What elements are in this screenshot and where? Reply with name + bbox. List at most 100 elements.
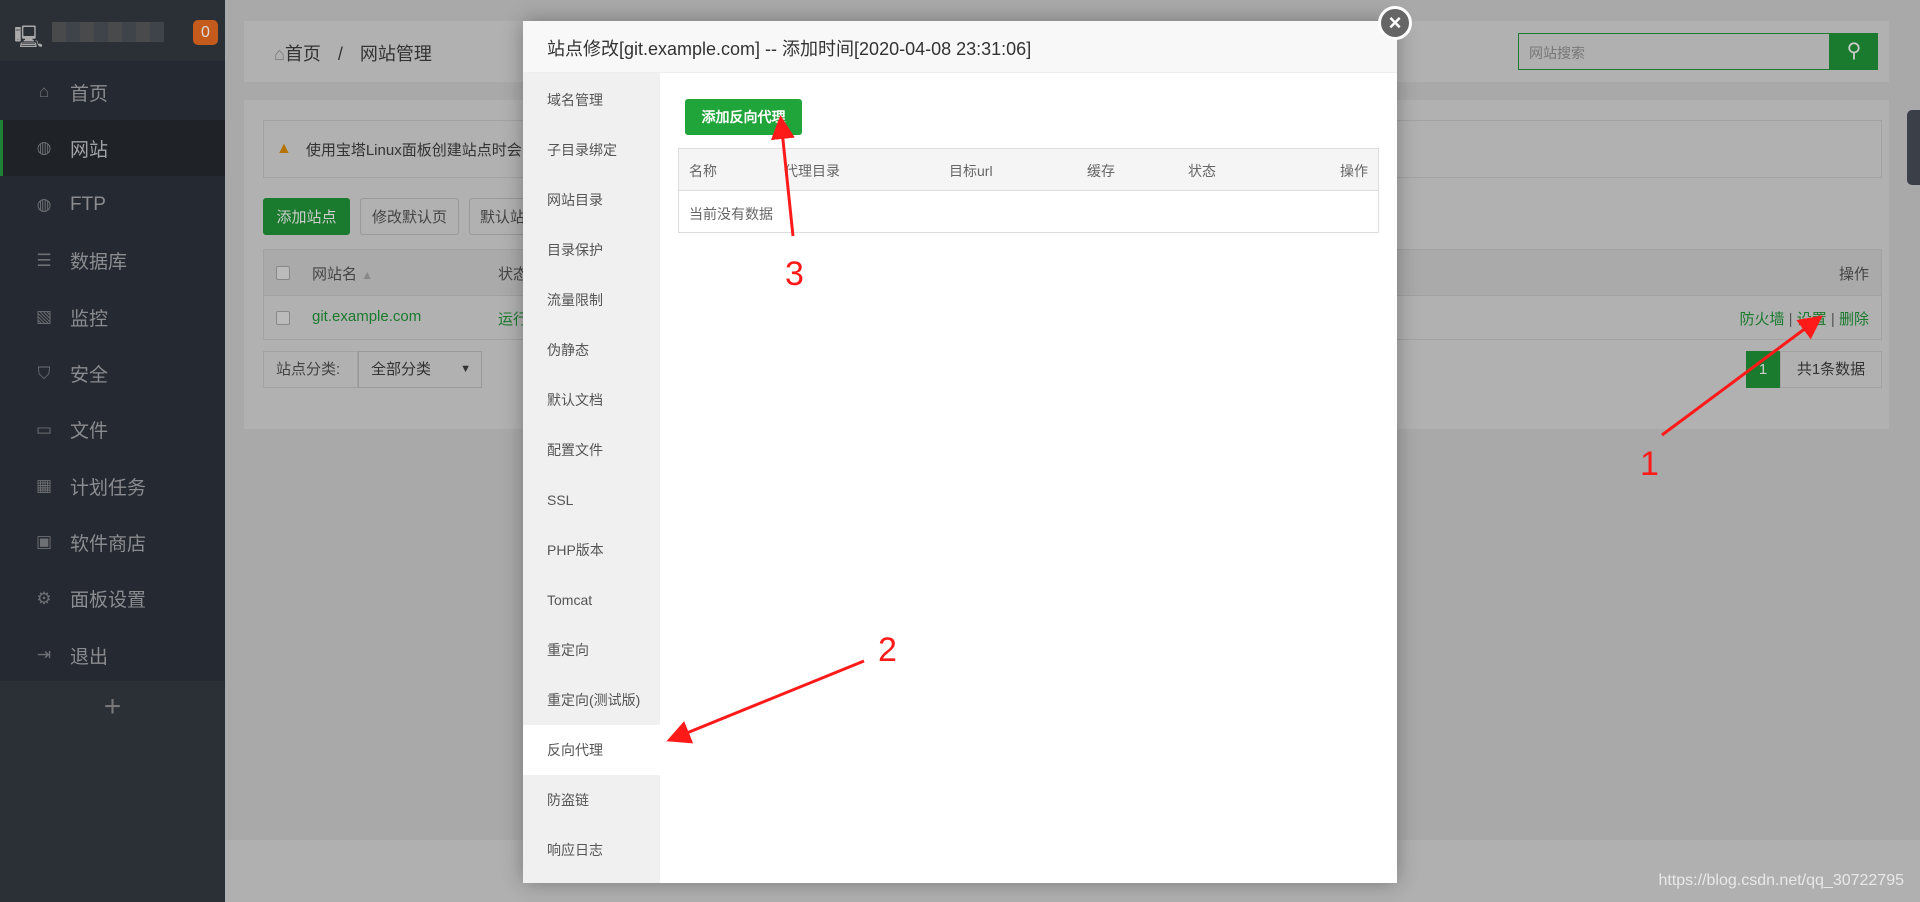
modal-menu-item[interactable]: 子目录绑定 <box>523 125 660 175</box>
sidebar-item-label: FTP <box>70 193 106 215</box>
sidebar-item-8[interactable]: ▣ 软件商店 <box>0 514 225 570</box>
proxy-table: 名称 代理目录 目标url 缓存 状态 操作 当前没有数据 <box>678 148 1379 233</box>
warning-icon: ▲ <box>276 140 292 157</box>
scroll-widget[interactable] <box>1907 110 1920 185</box>
dropdown-arrow-icon: ▼ <box>460 363 471 375</box>
database-icon: ☰ <box>36 250 52 270</box>
settings-link[interactable]: 设置 <box>1797 311 1827 328</box>
calendar-icon: ▦ <box>35 476 53 496</box>
sidebar-item-label: 监控 <box>70 308 109 330</box>
sidebar-item-3[interactable]: ☰ 数据库 <box>0 233 225 289</box>
header-status: 状态 <box>1188 163 1216 179</box>
add-reverse-proxy-button[interactable]: 添加反向代理 <box>685 99 802 135</box>
sidebar: 🖳 0 ⌂ 首页 ◍ 网站 ◍ FTP ☰ 数据库 ▧ 监控 ⛉ 安全 ▭ 文件 ▦ 计划任务 ▣ 软件商店 ⚙ 面板… <box>0 0 225 902</box>
breadcrumb-home[interactable]: 首页 <box>285 44 321 64</box>
modal-menu-item[interactable]: 伪静态 <box>523 325 660 375</box>
modal-menu-item[interactable]: 重定向 <box>523 625 660 675</box>
modal-menu-item[interactable]: SSL <box>523 475 660 525</box>
sidebar-header: 🖳 0 <box>0 0 225 61</box>
breadcrumb-separator: / <box>337 44 343 64</box>
modal-menu: 域名管理 子目录绑定 网站目录 目录保护 流量限制 伪静态 默认文档 配置文件 SSL PHP版本… <box>523 73 660 883</box>
total-count: 共1条数据 <box>1780 351 1882 388</box>
modal-title: 站点修改[git.example.com] -- 添加时间[2020-04-08… <box>523 21 1397 73</box>
add-site-button[interactable]: 添加站点 <box>263 198 350 235</box>
header-actions: 操作 <box>1340 163 1368 179</box>
page-1-button[interactable]: 1 <box>1746 351 1780 388</box>
ftp-icon: ◍ <box>36 194 52 214</box>
modal-menu-item[interactable]: 流量限制 <box>523 275 660 325</box>
modal-menu-item[interactable]: 响应日志 <box>523 825 660 875</box>
close-icon: × <box>1388 10 1402 35</box>
modal-menu-item[interactable]: 重定向(测试版) <box>523 675 660 725</box>
sidebar-item-label: 面板设置 <box>70 590 147 612</box>
header-name: 名称 <box>689 163 717 179</box>
sidebar-item-2[interactable]: ◍ FTP <box>0 177 225 233</box>
sidebar-item-9[interactable]: ⚙ 面板设置 <box>0 571 225 627</box>
notification-badge[interactable]: 0 <box>193 20 218 45</box>
modal-menu-item[interactable]: 域名管理 <box>523 75 660 125</box>
monitor-logo-icon: 🖳 <box>14 24 44 49</box>
close-modal-button[interactable]: × <box>1378 6 1412 40</box>
add-menu-button[interactable]: + <box>0 690 225 724</box>
firewall-link[interactable]: 防火墙 <box>1739 311 1784 328</box>
empty-message: 当前没有数据 <box>689 206 773 222</box>
proxy-table-header: 名称 代理目录 目标url 缓存 状态 操作 <box>679 149 1378 191</box>
sidebar-item-label: 文件 <box>70 421 109 443</box>
breadcrumb: ⌂首页 / 网站管理 <box>274 40 432 66</box>
globe-icon: ◍ <box>36 138 52 158</box>
alert-text: 使用宝塔Linux面板创建站点时会 <box>305 141 522 159</box>
sidebar-item-label: 数据库 <box>70 252 128 274</box>
row-actions: 防火墙 | 设置 | 删除 <box>1739 311 1869 328</box>
monitor-icon: ▧ <box>35 307 53 327</box>
header-proxy-dir: 代理目录 <box>784 163 840 179</box>
sidebar-item-7[interactable]: ▦ 计划任务 <box>0 458 225 514</box>
delete-link[interactable]: 删除 <box>1839 311 1869 328</box>
apps-icon: ▣ <box>35 532 53 552</box>
modal-menu-item[interactable]: Tomcat <box>523 575 660 625</box>
sidebar-item-label: 首页 <box>70 83 109 105</box>
modal-menu-item[interactable]: 网站目录 <box>523 175 660 225</box>
sidebar-item-label: 计划任务 <box>70 477 147 499</box>
sidebar-item-label: 软件商店 <box>70 533 147 555</box>
watermark: https://blog.csdn.net/qq_30722795 <box>1658 872 1904 889</box>
sidebar-item-10[interactable]: ⇥ 退出 <box>0 627 225 683</box>
header-actions: 操作 <box>1838 266 1869 283</box>
sidebar-item-label: 网站 <box>70 139 109 161</box>
sidebar-item-5[interactable]: ⛉ 安全 <box>0 346 225 402</box>
modal-menu-item[interactable]: 配置文件 <box>523 425 660 475</box>
site-search-input[interactable]: 网站搜索 <box>1518 33 1830 70</box>
site-settings-modal: 站点修改[git.example.com] -- 添加时间[2020-04-08… <box>523 21 1397 883</box>
header-cache: 缓存 <box>1087 163 1115 179</box>
search-button[interactable]: ⚲ <box>1830 33 1878 70</box>
modal-menu-item[interactable]: 反向代理 <box>523 725 660 775</box>
annotation-label-1: 1 <box>1640 445 1659 483</box>
site-name-link[interactable]: git.example.com <box>312 308 421 325</box>
select-all-checkbox[interactable] <box>276 266 290 280</box>
sidebar-item-1[interactable]: ◍ 网站 <box>0 120 225 177</box>
sidebar-item-label: 安全 <box>70 365 109 386</box>
sidebar-item-6[interactable]: ▭ 文件 <box>0 402 225 458</box>
shield-icon: ⛉ <box>37 363 51 383</box>
sort-asc-icon: ▲ <box>361 268 374 282</box>
home-icon: ⌂ <box>38 82 50 101</box>
modal-menu-item[interactable]: 目录保护 <box>523 225 660 275</box>
edit-default-page-button[interactable]: 修改默认页 <box>360 198 459 235</box>
modal-menu-item[interactable]: PHP版本 <box>523 525 660 575</box>
blurred-server-name <box>52 22 164 42</box>
sidebar-item-label: 退出 <box>70 646 109 668</box>
sidebar-menu: ⌂ 首页 ◍ 网站 ◍ FTP ☰ 数据库 ▧ 监控 ⛉ 安全 ▭ 文件 ▦ 计划任务 ▣ 软件商店 ⚙ 面板设置 ⇥ 退… <box>0 61 225 681</box>
sidebar-item-4[interactable]: ▧ 监控 <box>0 289 225 345</box>
gear-icon: ⚙ <box>36 588 52 608</box>
sidebar-item-0[interactable]: ⌂ 首页 <box>0 64 225 120</box>
breadcrumb-current: 网站管理 <box>359 44 432 64</box>
modal-menu-item[interactable]: 默认文档 <box>523 375 660 425</box>
row-checkbox[interactable] <box>276 311 290 325</box>
logout-icon: ⇥ <box>36 645 52 664</box>
category-label: 站点分类: <box>263 351 358 388</box>
category-select[interactable]: 全部分类 ▼ <box>358 351 482 388</box>
modal-menu-item[interactable]: 防盗链 <box>523 775 660 825</box>
sort-by-name[interactable]: 网站名 ▲ <box>312 263 373 284</box>
home-icon: ⌂ <box>274 44 285 64</box>
folder-icon: ▭ <box>35 419 53 439</box>
search-icon: ⚲ <box>1846 40 1862 62</box>
